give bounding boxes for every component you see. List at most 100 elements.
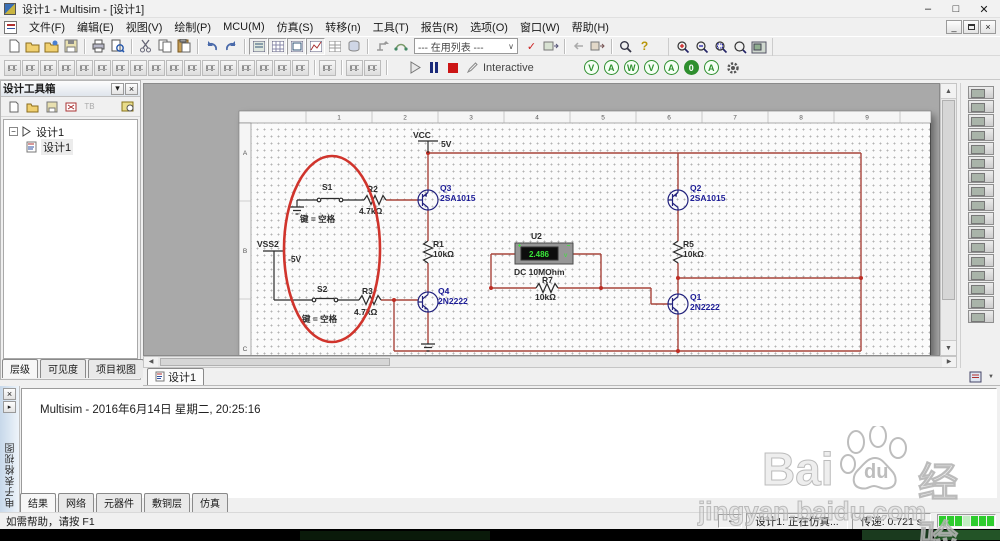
current-probe-button[interactable]: A (603, 60, 619, 75)
toolbox-save-button[interactable] (42, 98, 61, 115)
current-clamp-probe-button[interactable]: A (663, 60, 679, 75)
open-button[interactable] (23, 38, 42, 55)
schematic-canvas[interactable]: 1 2 3 4 5 6 7 8 9 A B C 2.486 v VCC 5V V… (143, 83, 940, 356)
menu-edit[interactable]: 编辑(E) (71, 19, 120, 36)
grapher-button[interactable] (306, 37, 325, 55)
mdi-close-button[interactable]: × (980, 20, 996, 34)
zoom-out-button[interactable] (692, 39, 711, 56)
place-indicator-button[interactable] (166, 59, 183, 76)
tab-nets[interactable]: 网络 (58, 493, 94, 512)
tab-project-view[interactable]: 项目视图 (88, 359, 144, 378)
toggle-border-button[interactable] (287, 37, 306, 55)
digital-probe-button[interactable]: 0 (683, 60, 699, 75)
toolbox-new-button[interactable] (4, 98, 23, 115)
menu-tools[interactable]: 工具(T) (367, 19, 415, 36)
bode-plotter-button[interactable] (967, 156, 994, 169)
menu-simulate[interactable]: 仿真(S) (271, 19, 320, 36)
oscilloscope-button[interactable] (967, 128, 994, 141)
place-ttl-button[interactable] (94, 59, 111, 76)
close-button[interactable]: ✕ (970, 1, 998, 18)
tab-hierarchy[interactable]: 层级 (2, 359, 38, 378)
spreadsheet-content[interactable]: Multisim - 2016年6月14日 星期二, 20:25:16 (21, 388, 997, 498)
toggle-grid-button[interactable] (268, 37, 287, 55)
tab-components[interactable]: 元器件 (96, 493, 142, 512)
spreadsheet-expand-button[interactable]: ▸ (3, 401, 16, 413)
menu-view[interactable]: 视图(V) (120, 19, 169, 36)
place-electromechanical-button[interactable] (256, 59, 273, 76)
iv-analyzer-button[interactable] (967, 226, 994, 239)
find-button[interactable] (616, 38, 635, 55)
print-button[interactable] (89, 38, 108, 55)
open-sample-button[interactable] (42, 38, 61, 55)
tree-child-item[interactable]: 设计1 (26, 138, 135, 155)
place-source-button[interactable] (4, 59, 21, 76)
place-analog-button[interactable] (76, 59, 93, 76)
place-advanced-peripherals-button[interactable] (220, 59, 237, 76)
database-button[interactable] (344, 38, 363, 55)
probe-settings-button[interactable]: A (703, 60, 719, 75)
toolbox-snapshot-button[interactable] (118, 98, 137, 115)
panel-pin-button[interactable]: ▾ (111, 82, 124, 95)
in-use-list-dropdown[interactable]: --- 在用列表 --- ∨ (414, 38, 518, 54)
place-power-button[interactable] (184, 59, 201, 76)
cut-button[interactable] (136, 38, 155, 55)
toggle-breadboard-button[interactable] (249, 37, 268, 55)
mdi-restore-button[interactable] (963, 20, 979, 34)
redo-button[interactable] (221, 38, 240, 55)
tree-root-item[interactable]: − 设计1 (6, 124, 135, 139)
multimeter-u2[interactable]: 2.486 v (514, 242, 574, 265)
forward-annotate-button[interactable] (588, 38, 607, 55)
new-button[interactable] (4, 38, 23, 55)
toolbox-open-button[interactable] (23, 98, 42, 115)
maximize-button[interactable]: □ (942, 1, 970, 18)
menu-window[interactable]: 窗口(W) (514, 19, 566, 36)
hierarchy-up-button[interactable] (372, 38, 391, 55)
zoom-fit-button[interactable] (730, 39, 749, 56)
spectrum-analyzer-button[interactable] (967, 254, 994, 267)
help-button[interactable]: ? (635, 38, 654, 55)
agilent-oscilloscope-button[interactable] (967, 310, 994, 323)
logic-analyzer-button[interactable] (967, 212, 994, 225)
frequency-counter-button[interactable] (967, 170, 994, 183)
paste-button[interactable] (174, 38, 193, 55)
horizontal-scrollbar[interactable]: ◀ ▶ (143, 356, 957, 368)
interactive-pencil-icon[interactable] (462, 59, 481, 76)
scroll-right-button[interactable]: ▶ (942, 357, 956, 367)
menu-options[interactable]: 选项(O) (464, 19, 514, 36)
voltage-probe-button[interactable]: V (583, 60, 599, 75)
place-cmos-button[interactable] (112, 59, 129, 76)
vertical-scrollbar[interactable]: ▲ ▼ (940, 83, 957, 356)
menu-reports[interactable]: 报告(R) (415, 19, 464, 36)
spreadsheet-close-button[interactable]: × (3, 388, 16, 400)
hscroll-thumb[interactable] (160, 358, 390, 366)
tab-results[interactable]: 结果 (20, 493, 56, 512)
copy-button[interactable] (155, 38, 174, 55)
place-connector-button[interactable] (292, 59, 309, 76)
print-preview-button[interactable] (108, 38, 127, 55)
tab-scroll-down-icon[interactable]: ▼ (988, 374, 994, 380)
stop-button[interactable] (443, 59, 462, 76)
scroll-thumb[interactable] (942, 100, 955, 300)
word-generator-button[interactable] (967, 184, 994, 197)
minimize-button[interactable]: – (914, 1, 942, 18)
tree-collapse-icon[interactable]: − (9, 127, 18, 136)
back-annotate-button[interactable] (569, 38, 588, 55)
voltage-ref-probe-button[interactable]: V (643, 60, 659, 75)
power-probe-button[interactable]: W (623, 60, 639, 75)
scroll-down-button[interactable]: ▼ (941, 340, 956, 355)
menu-file[interactable]: 文件(F) (23, 19, 71, 36)
menu-place[interactable]: 绘制(P) (168, 19, 217, 36)
multimeter-instrument-button[interactable] (967, 86, 994, 99)
place-transistor-button[interactable] (58, 59, 75, 76)
wattmeter-button[interactable] (967, 114, 994, 127)
sheet-list-icon[interactable] (969, 371, 982, 383)
mdi-minimize-button[interactable]: _ (946, 20, 962, 34)
mdi-document-icon[interactable] (4, 20, 17, 34)
place-diode-button[interactable] (40, 59, 57, 76)
gear-icon[interactable] (724, 59, 743, 76)
agilent-function-generator-button[interactable] (967, 282, 994, 295)
run-button[interactable] (405, 59, 424, 76)
toolbox-rename-button[interactable]: TB (80, 98, 99, 115)
undo-button[interactable] (202, 38, 221, 55)
export-db-button[interactable] (541, 38, 560, 55)
